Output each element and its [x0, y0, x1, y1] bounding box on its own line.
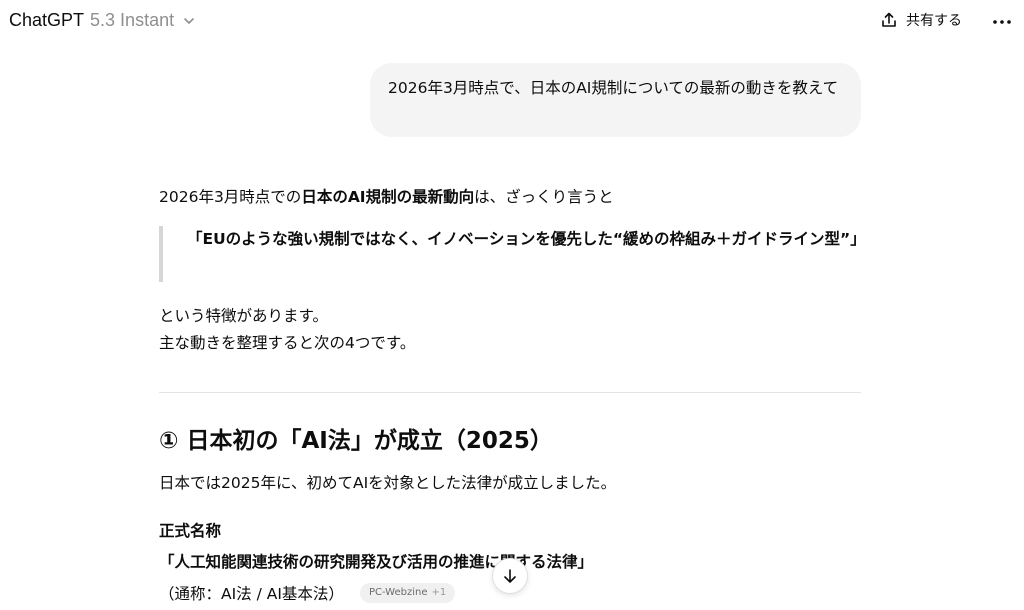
chevron-down-icon — [184, 17, 194, 24]
intro-bold: 日本のAI規制の最新動向 — [301, 188, 475, 206]
assistant-after-quote: という特徴があります。 主な動きを整理すると次の4つです。 — [159, 303, 861, 357]
official-name-label: 正式名称 — [159, 522, 222, 540]
assistant-intro: 2026年3月時点での日本のAI規制の最新動向は、ざっくり言うと — [159, 184, 861, 210]
source-name: PC-Webzine — [368, 587, 428, 598]
alias-text: （通称：AI法 / AI基本法） — [159, 584, 344, 603]
intro-prefix: 2026年3月時点での — [159, 188, 302, 206]
more-horizontal-icon[interactable] — [990, 12, 1014, 32]
top-bar: ChatGPT 5.3 Instant 共有する — [0, 0, 1024, 44]
after-line-1: という特徴があります。 — [159, 307, 328, 325]
model-version: 5.3 Instant — [90, 10, 175, 30]
alias-line: （通称：AI法 / AI基本法） PC-Webzine +1 — [159, 579, 456, 606]
source-citation-chip[interactable]: PC-Webzine +1 — [359, 582, 456, 603]
intro-suffix: は、ざっくり言うと — [474, 188, 614, 206]
source-count: +1 — [431, 587, 447, 598]
model-switcher[interactable]: ChatGPT 5.3 Instant — [9, 10, 196, 31]
blockquote: 「EUのような強い規制ではなく、イノベーションを優先した“緩めの枠組み＋ガイドラ… — [159, 226, 866, 282]
section-heading: ① 日本初の「AI法」が成立（2025） — [159, 428, 553, 454]
share-button[interactable]: 共有する — [880, 10, 962, 30]
arrow-down-icon — [504, 569, 516, 583]
after-line-2: 主な動きを整理すると次の4つです。 — [159, 334, 416, 352]
section-divider — [159, 392, 861, 393]
share-label: 共有する — [906, 13, 962, 29]
scroll-to-bottom-button[interactable] — [492, 558, 528, 594]
share-upload-icon — [882, 12, 896, 27]
user-message-bubble: 2026年3月時点で、日本のAI規制についての最新の動きを教えて — [370, 63, 861, 137]
app-name: ChatGPT — [9, 10, 85, 30]
section-paragraph: 日本では2025年に、初めてAIを対象とした法律が成立しました。 — [159, 474, 617, 492]
